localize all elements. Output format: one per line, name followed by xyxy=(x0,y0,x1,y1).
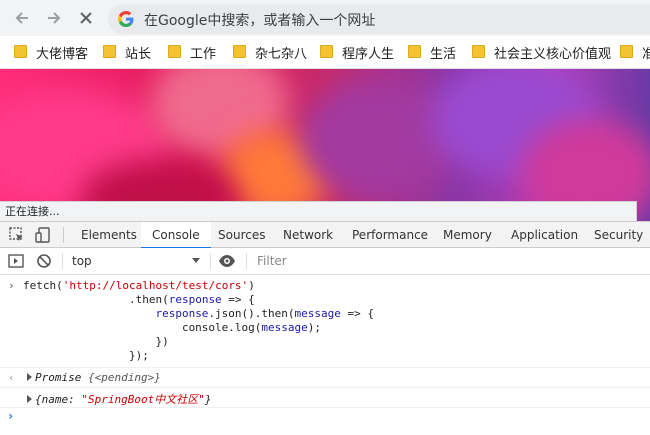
browser-toolbar: 在Google中搜索，或者输入一个网址 xyxy=(0,0,650,36)
console-divider xyxy=(0,407,650,408)
bookmark-folder[interactable]: 社会主义核心价值观 xyxy=(472,43,611,62)
clear-console-icon[interactable] xyxy=(35,252,53,270)
bookmark-folder[interactable]: 程序人生 xyxy=(320,43,394,62)
toolbar-divider xyxy=(63,227,64,243)
forward-arrow-icon[interactable] xyxy=(42,6,66,30)
google-g-icon xyxy=(118,11,134,27)
console-toolbar: top xyxy=(0,248,650,275)
device-toolbar-icon[interactable] xyxy=(34,226,52,244)
folder-icon xyxy=(408,44,421,58)
bookmark-folder[interactable]: 生活 xyxy=(408,43,456,62)
bookmark-folder[interactable]: 准 xyxy=(620,43,650,62)
bookmark-folder[interactable]: 工作 xyxy=(168,43,216,62)
address-bar[interactable]: 在Google中搜索，或者输入一个网址 xyxy=(108,4,650,34)
loading-status: 正在连接... xyxy=(0,201,637,221)
console-prompt-caret-icon[interactable]: › xyxy=(7,409,14,423)
folder-icon xyxy=(472,44,485,58)
bookmark-folder[interactable]: 杂七杂八 xyxy=(233,43,307,62)
toolbar-divider xyxy=(210,253,211,269)
console-divider xyxy=(0,387,650,388)
back-arrow-icon[interactable] xyxy=(10,6,34,30)
page-hero-image xyxy=(0,69,650,221)
chevron-down-icon[interactable] xyxy=(192,258,200,263)
bookmark-folder[interactable]: 站长 xyxy=(103,43,151,62)
console-input-code: fetch('http://localhost/test/cors') .the… xyxy=(23,279,374,363)
filter-input[interactable] xyxy=(252,251,462,271)
tab-security[interactable]: Security xyxy=(583,222,650,248)
tab-sources[interactable]: Sources xyxy=(207,222,276,248)
folder-icon xyxy=(233,44,246,58)
folder-icon xyxy=(620,44,633,58)
code-line: console.log(message); xyxy=(23,321,322,334)
devtools-tab-bar: Elements Console Sources Network Perform… xyxy=(0,221,650,249)
bookmark-folder[interactable]: 大佬博客 xyxy=(14,43,88,62)
tab-application[interactable]: Application xyxy=(500,222,589,248)
tab-performance[interactable]: Performance xyxy=(341,222,439,248)
code-line: .then(response => { xyxy=(23,293,255,306)
code-line: }); xyxy=(23,349,149,362)
tab-network[interactable]: Network xyxy=(272,222,344,248)
inspect-element-icon[interactable] xyxy=(8,226,26,244)
code-line: response.json().then(message => { xyxy=(155,307,375,320)
context-selector[interactable]: top xyxy=(72,254,92,268)
address-bar-placeholder: 在Google中搜索，或者输入一个网址 xyxy=(144,13,376,29)
bookmarks-bar: 大佬博客 站长 工作 杂七杂八 程序人生 生活 社会主义核心价值观 准 xyxy=(0,36,650,69)
show-sidebar-icon[interactable] xyxy=(7,252,25,270)
folder-icon xyxy=(103,44,116,58)
folder-icon xyxy=(14,44,27,58)
toolbar-divider xyxy=(246,253,247,269)
code-line: fetch('http://localhost/test/cors') xyxy=(23,279,255,292)
input-prompt-icon: › xyxy=(8,279,15,292)
console-divider xyxy=(0,367,650,368)
folder-icon xyxy=(168,44,181,58)
expand-triangle-icon[interactable] xyxy=(27,395,32,403)
tab-elements[interactable]: Elements xyxy=(70,222,148,248)
toolbar-divider xyxy=(62,253,63,269)
result-arrow-icon: ‹ xyxy=(8,371,15,384)
tab-memory[interactable]: Memory xyxy=(432,222,503,248)
logged-object[interactable]: {name: "SpringBoot中文社区"} xyxy=(27,391,211,407)
tab-console[interactable]: Console xyxy=(141,222,211,249)
stop-loading-icon[interactable] xyxy=(74,6,98,30)
console-output: › fetch('http://localhost/test/cors') .t… xyxy=(0,275,650,435)
promise-result[interactable]: Promise {<pending>} xyxy=(27,371,161,384)
folder-icon xyxy=(320,44,333,58)
code-line: }) xyxy=(23,335,169,348)
live-expression-eye-icon[interactable] xyxy=(218,252,236,270)
expand-triangle-icon[interactable] xyxy=(27,373,32,381)
